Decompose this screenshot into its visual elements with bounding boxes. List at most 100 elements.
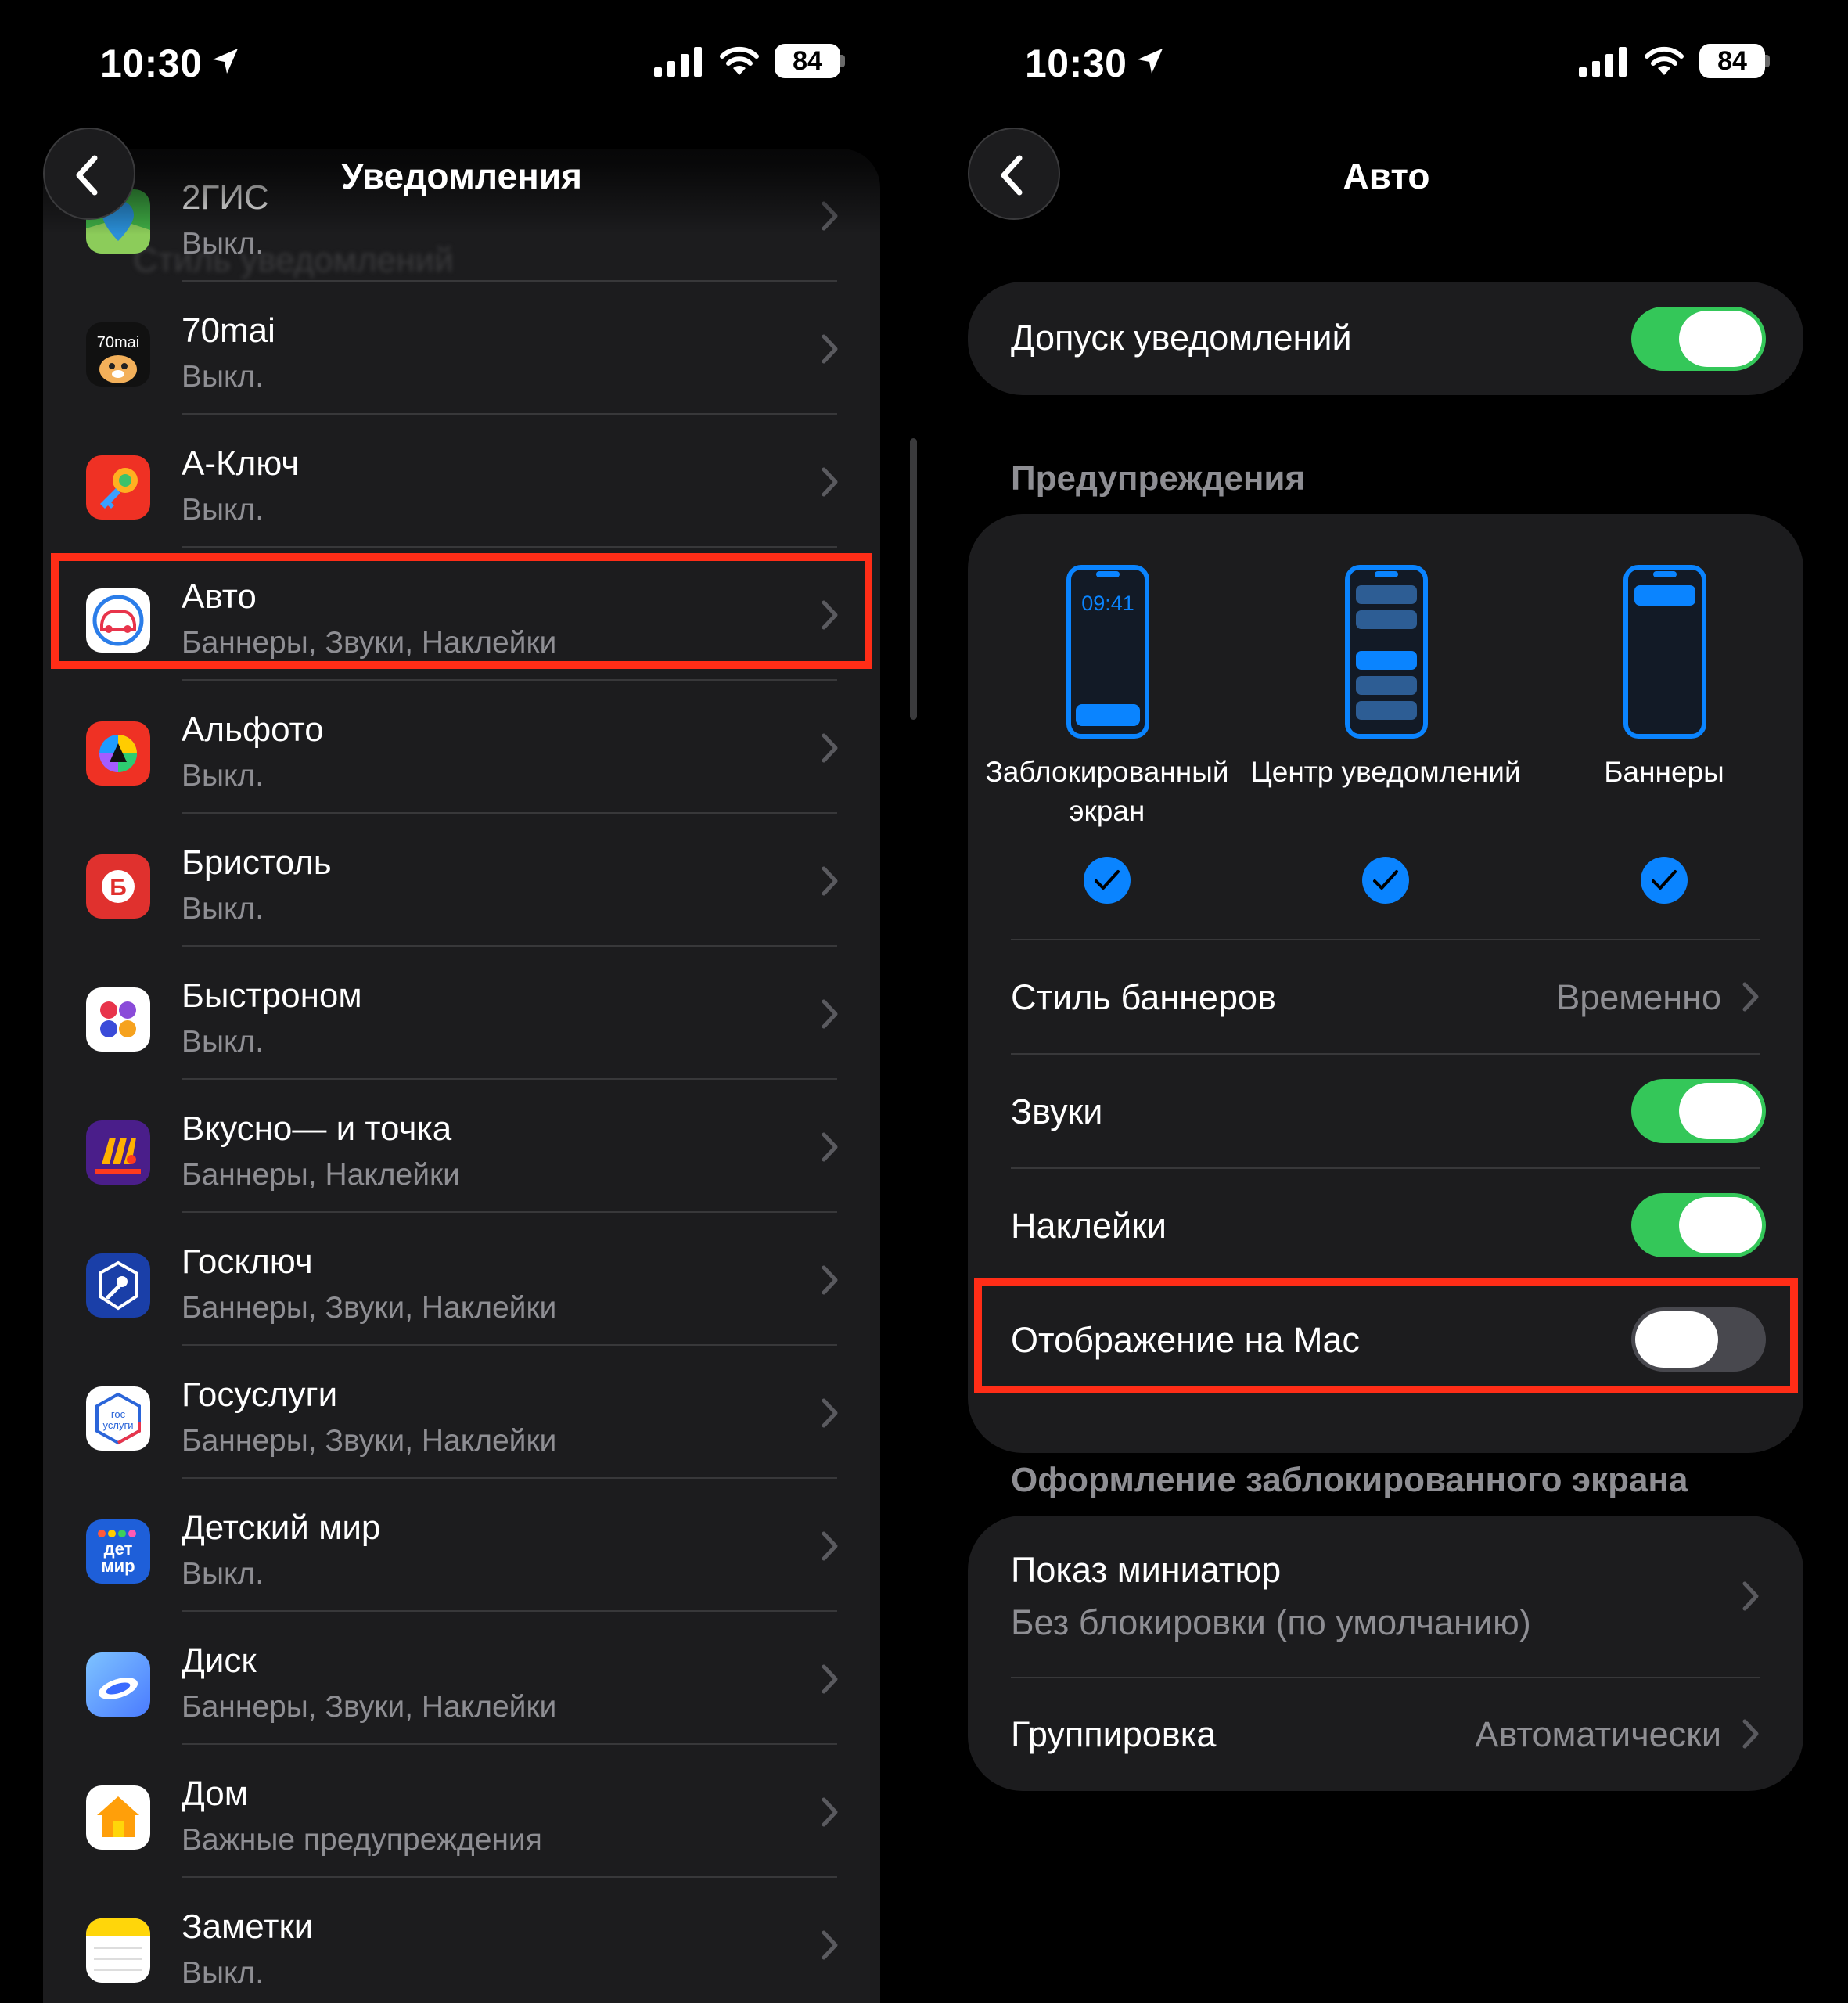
alert-option-banners[interactable]: Баннеры: [1525, 514, 1803, 921]
app-name: Госуслуги: [182, 1375, 338, 1414]
back-button[interactable]: [968, 128, 1060, 220]
bristol-app-icon: Б: [86, 854, 150, 919]
alert-option-label: Баннеры: [1525, 753, 1803, 792]
app-status: Баннеры, Наклейки: [182, 1158, 460, 1192]
gosuslugi-app-icon: гос услуги: [86, 1386, 150, 1451]
sounds-toggle[interactable]: [1631, 1079, 1766, 1143]
app-status: Выкл.: [182, 360, 264, 394]
app-name: Альфото: [182, 710, 324, 749]
app-row-a-key[interactable]: А-Ключ Выкл.: [43, 415, 880, 548]
cellular-signal-icon: [654, 47, 702, 77]
chevron-right-icon: [822, 1398, 838, 1428]
allow-notifications-toggle[interactable]: [1631, 307, 1766, 371]
alert-option-notification-center[interactable]: Центр уведомлений: [1246, 514, 1525, 921]
wifi-icon: [1645, 46, 1684, 75]
checkmark-circle-icon[interactable]: [1362, 857, 1409, 904]
battery-icon: 84: [1699, 44, 1765, 78]
label-line: Баннеры: [1604, 756, 1724, 788]
label-line: экран: [1069, 795, 1145, 827]
toggle-knob: [1679, 1197, 1762, 1253]
status-bar-right: 10:30 84: [925, 31, 1848, 94]
scroll-indicator[interactable]: [910, 438, 917, 720]
back-button[interactable]: [43, 128, 135, 220]
phone-notification-center-icon: [1345, 565, 1428, 739]
banner-style-label: Стиль баннеров: [1011, 977, 1276, 1017]
app-row-gosuslugi[interactable]: гос услуги Госуслуги Баннеры, Звуки, Накл…: [43, 1346, 880, 1479]
badges-label: Наклейки: [1011, 1206, 1167, 1246]
app-name: Госключ: [182, 1242, 313, 1281]
app-row-goskluch[interactable]: Госключ Баннеры, Звуки, Наклейки: [43, 1213, 880, 1346]
app-row-bristol[interactable]: Б Бристоль Выкл.: [43, 814, 880, 947]
badges-toggle[interactable]: [1631, 1193, 1766, 1257]
alert-option-lock-screen[interactable]: 09:41 Заблокированный экран: [968, 514, 1246, 921]
checkmark-circle-icon[interactable]: [1641, 857, 1688, 904]
app-status: Выкл.: [182, 1557, 264, 1591]
a-key-app-icon: [86, 455, 150, 520]
app-name: Заметки: [182, 1908, 314, 1946]
phone-lock-screen-icon: 09:41: [1066, 565, 1149, 739]
lock-screen-card: Показ миниатюр Без блокировки (по умолча…: [968, 1516, 1803, 1791]
icon-text: гос: [111, 1408, 126, 1420]
app-status: Выкл.: [182, 759, 264, 793]
battery-icon: 84: [775, 44, 840, 78]
preview-time: 09:41: [1081, 592, 1134, 615]
chevron-right-icon: [822, 1797, 838, 1827]
chevron-right-icon: [822, 866, 838, 896]
chevron-right-icon: [822, 1531, 838, 1561]
wifi-icon: [720, 46, 759, 75]
banner-style-row[interactable]: Стиль баннеров Временно: [968, 940, 1803, 1053]
checkmark-circle-icon[interactable]: [1084, 857, 1131, 904]
icon-text: услуги: [103, 1419, 134, 1431]
app-row-70mai[interactable]: 70mai 70mai Выкл.: [43, 282, 880, 415]
badges-row: Наклейки: [968, 1169, 1803, 1282]
app-row-disk[interactable]: Диск Баннеры, Звуки, Наклейки: [43, 1612, 880, 1745]
app-row-zametki[interactable]: Заметки Выкл.: [43, 1878, 880, 2003]
alerts-section-header: Предупреждения: [1011, 459, 1306, 498]
allow-notifications-card: Допуск уведомлений: [968, 282, 1803, 395]
bystronom-app-icon: [86, 987, 150, 1052]
allow-notifications-label: Допуск уведомлений: [1011, 318, 1352, 358]
app-row-alfoto[interactable]: Альфото Выкл.: [43, 681, 880, 814]
app-row-dom[interactable]: Дом Важные предупреждения: [43, 1745, 880, 1878]
alert-options-group: 09:41 Заблокированный экран Центр уведомл…: [968, 514, 1803, 937]
chevron-right-icon: [822, 733, 838, 763]
app-status: Выкл.: [182, 1025, 264, 1059]
app-row-bystronom[interactable]: Быстроном Выкл.: [43, 947, 880, 1080]
app-status: Выкл.: [182, 892, 264, 926]
chevron-left-icon: [76, 155, 98, 196]
app-name: Диск: [182, 1642, 257, 1680]
cellular-signal-icon: [1579, 47, 1627, 77]
icon-text: 70mai: [97, 334, 139, 351]
label-line: Центр уведомлений: [1250, 756, 1521, 788]
app-row-detsky-mir[interactable]: дет мир Детский мир Выкл.: [43, 1479, 880, 1612]
chevron-right-icon: [822, 334, 838, 364]
chevron-right-icon: [822, 1132, 838, 1162]
highlight-frame: [974, 1278, 1798, 1393]
70mai-app-icon: 70mai: [86, 322, 150, 387]
alert-option-label: Заблокированный экран: [968, 753, 1246, 831]
phone-banner-icon: [1623, 565, 1706, 739]
app-status: Баннеры, Звуки, Наклейки: [182, 1690, 557, 1724]
toggle-knob: [1679, 311, 1762, 367]
chevron-right-icon: [822, 1664, 838, 1694]
app-row-vkusno-i-tochka[interactable]: Вкусно— и точка Баннеры, Наклейки: [43, 1080, 880, 1213]
app-status: Выкл.: [182, 493, 264, 527]
alert-option-label: Центр уведомлений: [1246, 753, 1525, 792]
detsky-mir-app-icon: дет мир: [86, 1519, 150, 1584]
app-status: Выкл.: [182, 1956, 264, 1990]
location-arrow-icon: [213, 49, 238, 74]
disk-app-icon: [86, 1652, 150, 1717]
app-name: 70mai: [182, 311, 275, 350]
app-name: Детский мир: [182, 1509, 381, 1547]
icon-text: Б: [110, 875, 127, 901]
chevron-right-icon: [1742, 1719, 1759, 1749]
app-name: Дом: [182, 1775, 249, 1813]
chevron-right-icon: [822, 999, 838, 1029]
show-previews-row[interactable]: Показ миниатюр Без блокировки (по умолча…: [968, 1516, 1803, 1677]
grouping-row[interactable]: Группировка Автоматически: [968, 1678, 1803, 1791]
app-name: А-Ключ: [182, 444, 300, 483]
app-list-panel: Стиль уведомлений 2ГИС Выкл. 70mai 70mai…: [43, 149, 880, 2003]
chevron-left-icon: [1001, 155, 1023, 196]
chevron-right-icon: [822, 201, 838, 231]
highlight-frame: [51, 553, 872, 669]
